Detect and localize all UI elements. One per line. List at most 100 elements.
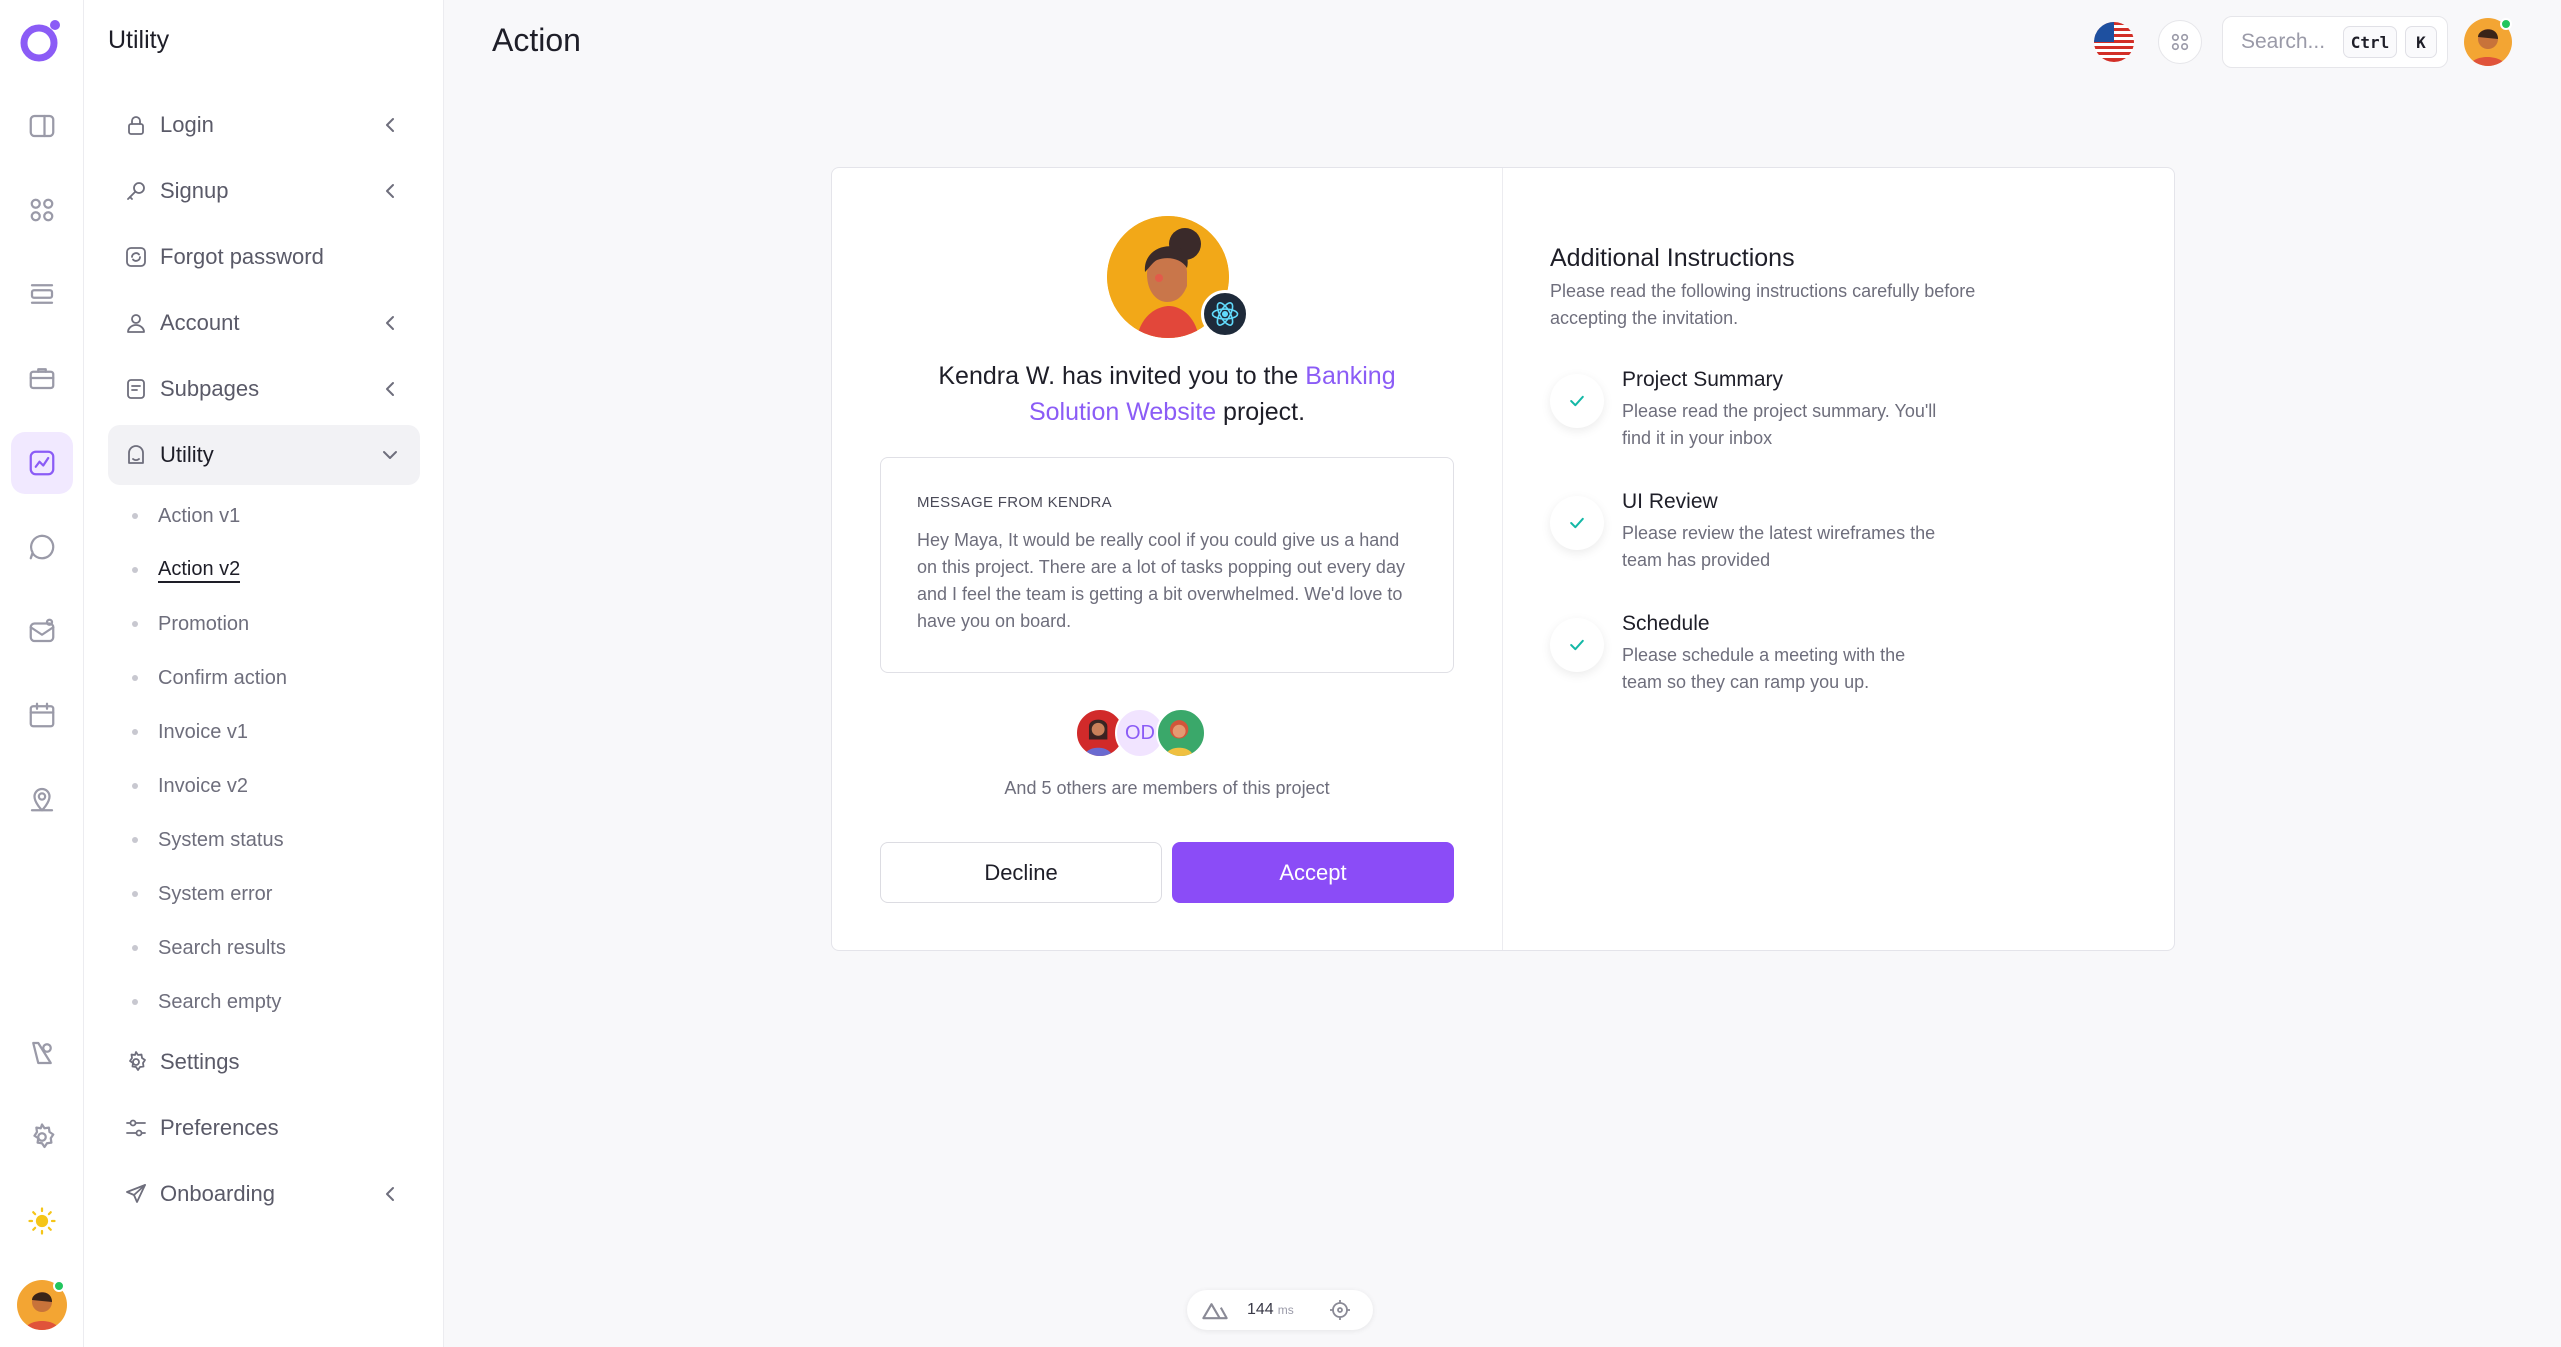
message-body: Hey Maya, It would be really cool if you…	[917, 530, 1405, 631]
card-divider	[1502, 168, 1503, 950]
member-avatar[interactable]	[1156, 708, 1206, 758]
analytics-chart-icon[interactable]	[11, 432, 73, 494]
sidebar-subitem-system-status[interactable]: System status	[132, 820, 284, 860]
step-title: Schedule	[1622, 612, 1710, 635]
calendar-icon[interactable]	[11, 684, 73, 746]
sidebar-subitem-search-results[interactable]: Search results	[132, 928, 286, 968]
sidebar-subitem-invoice-v2[interactable]: Invoice v2	[132, 766, 248, 806]
bullet-dot	[132, 729, 138, 735]
icon-rail	[0, 0, 84, 1347]
utility-icon	[122, 441, 150, 469]
sidebar-subitem-invoice-v1[interactable]: Invoice v1	[132, 712, 248, 752]
key-icon	[122, 177, 150, 205]
refresh-icon	[122, 243, 150, 271]
step-description: Please read the project summary. You'll …	[1622, 401, 1937, 448]
sidebar-title: Utility	[108, 26, 170, 54]
bullet-dot	[132, 837, 138, 843]
message-label: MESSAGE FROM KENDRA	[917, 494, 1112, 511]
sidebar-item-preferences[interactable]: Preferences	[108, 1098, 420, 1158]
subitem-label: Confirm action	[158, 666, 287, 689]
sidebar-item-forgot-password[interactable]: Forgot password	[108, 227, 420, 287]
dashboard-grid-icon[interactable]	[11, 179, 73, 241]
step-title: Project Summary	[1622, 368, 1784, 391]
language-flag-icon[interactable]	[2094, 22, 2134, 62]
bullet-dot	[132, 945, 138, 951]
bullet-dot	[132, 513, 138, 519]
react-logo-icon	[1201, 290, 1249, 338]
invitation-card: Kendra W. has invited you to the Banking…	[831, 167, 2175, 951]
perf-value: 144	[1247, 1301, 1274, 1318]
crosshair-icon[interactable]	[1328, 1298, 1352, 1322]
chevron-down-icon	[378, 443, 402, 467]
sidebar-item-label: Subpages	[160, 376, 260, 401]
message-box: MESSAGE FROM KENDRA Hey Maya, It would b…	[880, 457, 1454, 673]
check-icon	[1550, 374, 1604, 428]
sidebar-subitem-action-v1[interactable]: Action v1	[132, 496, 240, 536]
sidebar-item-login[interactable]: Login	[108, 95, 420, 155]
invite-text-after: project.	[1216, 398, 1306, 426]
bullet-dot	[132, 783, 138, 789]
decline-button[interactable]: Decline	[880, 842, 1162, 903]
sliders-icon	[122, 1114, 150, 1142]
sidebar-item-label: Settings	[160, 1049, 240, 1074]
subitem-label: Invoice v2	[158, 774, 249, 797]
subitem-label: Action v1	[158, 504, 241, 527]
search-input[interactable]: Search... Ctrl K	[2222, 16, 2448, 68]
devtools-perf-pill: 144 ms	[1187, 1290, 1373, 1330]
accept-button[interactable]: Accept	[1172, 842, 1454, 903]
sidebar-subitem-system-error[interactable]: System error	[132, 874, 272, 914]
step-description: Please schedule a meeting with the team …	[1622, 645, 1906, 692]
subitem-label: Promotion	[158, 612, 250, 635]
kbd-ctrl: Ctrl	[2343, 26, 2397, 58]
sidebar-toggle-icon[interactable]	[11, 95, 73, 157]
document-icon	[122, 375, 150, 403]
bullet-dot	[132, 891, 138, 897]
subitem-label: System status	[158, 828, 284, 851]
nuxt-logo-icon[interactable]	[1201, 1296, 1229, 1324]
bullet-dot	[132, 621, 138, 627]
app-logo[interactable]	[18, 18, 64, 64]
settings-gear-icon[interactable]	[11, 1106, 73, 1168]
search-placeholder: Search...	[2241, 30, 2326, 53]
bullet-dot	[132, 999, 138, 1005]
sidebar-item-utility[interactable]: Utility	[108, 425, 420, 485]
instructions-title: Additional Instructions	[1550, 244, 1795, 272]
perf-unit: ms	[1277, 1303, 1294, 1317]
layout-icon[interactable]	[11, 263, 73, 325]
sidebar-item-label: Utility	[160, 442, 214, 467]
sidebar-subitem-confirm-action[interactable]: Confirm action	[132, 658, 287, 698]
sidebar-item-subpages[interactable]: Subpages	[108, 359, 420, 419]
sidebar-item-label: Signup	[160, 178, 229, 203]
bullet-dot	[132, 675, 138, 681]
sidebar: Utility Login Signup Forgot password Acc…	[84, 0, 444, 1347]
subitem-label: Search empty	[158, 990, 282, 1013]
sidebar-subitem-promotion[interactable]: Promotion	[132, 604, 249, 644]
invite-text-before: Kendra W. has invited you to the	[938, 362, 1306, 390]
apps-grid-icon[interactable]	[2158, 20, 2202, 64]
briefcase-icon[interactable]	[11, 347, 73, 409]
check-icon	[1550, 618, 1604, 672]
send-icon	[122, 1180, 150, 1208]
theme-sun-icon[interactable]	[11, 1190, 73, 1252]
sidebar-item-onboarding[interactable]: Onboarding	[108, 1164, 420, 1224]
sidebar-item-signup[interactable]: Signup	[108, 161, 420, 221]
step-title: UI Review	[1622, 490, 1718, 513]
sidebar-subitem-action-v2[interactable]: Action v2	[132, 550, 241, 590]
sidebar-item-account[interactable]: Account	[108, 293, 420, 353]
subitem-label: System error	[158, 882, 273, 905]
sidebar-subitem-search-empty[interactable]: Search empty	[132, 982, 281, 1022]
online-status-dot	[2500, 18, 2512, 30]
mail-icon[interactable]	[11, 600, 73, 662]
step-description: Please review the latest wireframes the …	[1622, 523, 1936, 570]
lock-icon	[122, 111, 150, 139]
customize-icon[interactable]	[11, 1022, 73, 1084]
gear-icon	[122, 1048, 150, 1076]
chevron-left-icon	[378, 377, 402, 401]
instructions-subtitle: Please read the following instructions c…	[1550, 281, 1976, 328]
sidebar-item-settings[interactable]: Settings	[108, 1032, 420, 1092]
sidebar-item-label: Account	[160, 310, 240, 335]
map-pin-icon[interactable]	[11, 768, 73, 830]
bullet-dot	[132, 567, 138, 573]
chat-bubble-icon[interactable]	[11, 516, 73, 578]
user-icon	[122, 309, 150, 337]
